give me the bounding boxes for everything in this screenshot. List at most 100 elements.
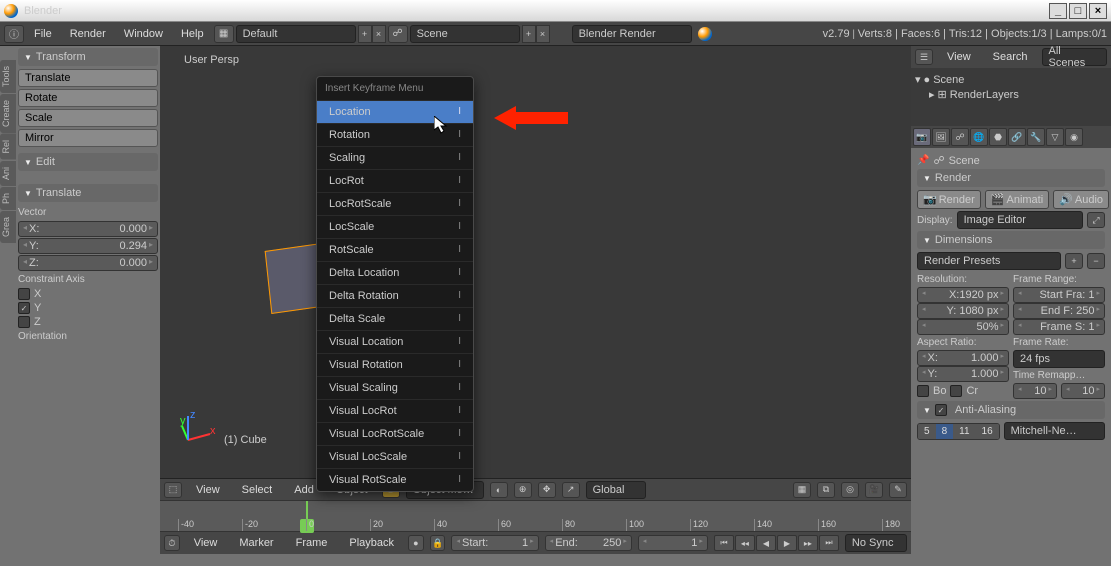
preset-add-icon[interactable]: + — [1065, 253, 1083, 269]
minimize-button[interactable]: _ — [1049, 3, 1067, 19]
lock-icon[interactable]: 🔒 — [430, 535, 446, 551]
tab-tools[interactable]: Tools — [0, 60, 16, 93]
tab-constraints-icon[interactable]: 🔗 — [1008, 128, 1026, 146]
constraint-z-checkbox[interactable]: Z — [18, 315, 158, 329]
tab-material-icon[interactable]: ◉ — [1065, 128, 1083, 146]
tl-menu-marker[interactable]: Marker — [231, 537, 281, 549]
pin-icon[interactable]: 📌 — [917, 155, 929, 166]
menu-file[interactable]: File — [26, 28, 60, 40]
render-engine-dropdown[interactable]: Blender Render — [572, 25, 692, 43]
kf-locrotscale[interactable]: LocRotScaleI — [317, 192, 473, 215]
outliner-tree[interactable]: ▾●Scene ▸⊞RenderLayers — [911, 68, 1111, 106]
orientation-dropdown[interactable]: Global — [586, 481, 646, 499]
aspect-y-field[interactable]: Y:1.000 — [917, 366, 1009, 382]
manipulator-move-icon[interactable]: ↗ — [562, 482, 580, 498]
pivot-icon[interactable]: ⊕ — [514, 482, 532, 498]
tl-menu-playback[interactable]: Playback — [341, 537, 402, 549]
tab-physics[interactable]: Ph — [0, 187, 16, 210]
kf-delta-scale[interactable]: Delta ScaleI — [317, 307, 473, 330]
end-frame-field[interactable]: End:250 — [545, 535, 632, 551]
kf-location[interactable]: LocationI — [317, 100, 473, 123]
tab-world-icon[interactable]: 🌐 — [970, 128, 988, 146]
timeline-ruler[interactable]: -40 -20 0 20 40 60 80 100 120 140 160 18… — [160, 500, 911, 532]
kf-rotation[interactable]: RotationI — [317, 123, 473, 146]
vp-menu-select[interactable]: Select — [234, 484, 281, 496]
gp-icon[interactable]: ✎ — [889, 482, 907, 498]
kf-locscale[interactable]: LocScaleI — [317, 215, 473, 238]
start-frame-prop[interactable]: Start Fra: 1 — [1013, 287, 1105, 303]
crop-checkbox[interactable]: Cr — [950, 384, 978, 398]
tab-layers-icon[interactable]: 🖼 — [932, 128, 950, 146]
kf-visual-rotation[interactable]: Visual RotationI — [317, 353, 473, 376]
menu-window[interactable]: Window — [116, 28, 171, 40]
outliner-row-scene[interactable]: ▾●Scene — [915, 72, 1107, 87]
proportional-icon[interactable]: ◎ — [841, 482, 859, 498]
jump-end-button[interactable]: ⏭ — [819, 535, 839, 551]
constraint-x-checkbox[interactable]: X — [18, 287, 158, 301]
kf-scaling[interactable]: ScalingI — [317, 146, 473, 169]
kf-delta-rotation[interactable]: Delta RotationI — [317, 284, 473, 307]
vp-menu-view[interactable]: View — [188, 484, 228, 496]
tab-scene-icon[interactable]: ☍ — [951, 128, 969, 146]
fps-dropdown[interactable]: 24 fps — [1013, 350, 1105, 368]
tl-menu-frame[interactable]: Frame — [288, 537, 336, 549]
kf-visual-locrotscale[interactable]: Visual LocRotScaleI — [317, 422, 473, 445]
res-pct-field[interactable]: 50% — [917, 319, 1009, 335]
border-checkbox[interactable]: Bo — [917, 384, 946, 398]
kf-delta-location[interactable]: Delta LocationI — [317, 261, 473, 284]
editor-type-3dview-icon[interactable]: ⬚ — [164, 482, 182, 498]
translate-button[interactable]: Translate — [18, 69, 158, 87]
aa-filter-dropdown[interactable]: Mitchell-Ne… — [1004, 422, 1105, 440]
kf-locrot[interactable]: LocRotI — [317, 169, 473, 192]
start-frame-field[interactable]: Start:1 — [451, 535, 538, 551]
aspect-x-field[interactable]: X:1.000 — [917, 350, 1009, 366]
outliner-menu-view[interactable]: View — [939, 51, 979, 63]
editor-type-timeline-icon[interactable]: ⏱ — [164, 535, 180, 551]
render-animation-button[interactable]: 🎬Animati — [985, 190, 1049, 209]
aa-panel-header[interactable]: ✓Anti-Aliasing — [917, 401, 1105, 419]
tab-object-icon[interactable]: ⬣ — [989, 128, 1007, 146]
render-button[interactable]: 📷Render — [917, 190, 981, 209]
render-presets-dropdown[interactable]: Render Presets — [917, 252, 1061, 270]
scale-button[interactable]: Scale — [18, 109, 158, 127]
tab-animation[interactable]: Ani — [0, 161, 16, 186]
kf-rotscale[interactable]: RotScaleI — [317, 238, 473, 261]
autokey-icon[interactable]: ● — [408, 535, 424, 551]
keyframe-prev-button[interactable]: ◂◂ — [735, 535, 755, 551]
vector-z-field[interactable]: Z:0.000 — [18, 255, 158, 271]
remap-old-field[interactable]: 10 — [1013, 383, 1057, 399]
tab-create[interactable]: Create — [0, 94, 16, 133]
current-frame-field[interactable]: 1 — [638, 535, 708, 551]
vector-y-field[interactable]: Y:0.294 — [18, 238, 158, 254]
tl-menu-view[interactable]: View — [186, 537, 226, 549]
scene-add-remove[interactable]: +× — [522, 25, 550, 43]
kf-visual-scaling[interactable]: Visual ScalingI — [317, 376, 473, 399]
remap-new-field[interactable]: 10 — [1061, 383, 1105, 399]
outliner-menu-search[interactable]: Search — [985, 51, 1036, 63]
end-frame-prop[interactable]: End F: 250 — [1013, 303, 1105, 319]
dimensions-panel-header[interactable]: Dimensions — [917, 231, 1105, 249]
outliner-row-renderlayers[interactable]: ▸⊞RenderLayers — [915, 87, 1107, 102]
frame-step-prop[interactable]: Frame S: 1 — [1013, 319, 1105, 335]
tab-relations[interactable]: Rel — [0, 134, 16, 160]
aa-samples-segmented[interactable]: 581116 — [917, 423, 1000, 440]
sync-dropdown[interactable]: No Sync — [845, 534, 907, 552]
layers-icon[interactable]: ▦ — [793, 482, 811, 498]
render-audio-button[interactable]: 🔊Audio — [1053, 190, 1109, 209]
preset-remove-icon[interactable]: − — [1087, 253, 1105, 269]
maximize-button[interactable]: □ — [1069, 3, 1087, 19]
tab-data-icon[interactable]: ▽ — [1046, 128, 1064, 146]
outliner-filter-dropdown[interactable]: All Scenes — [1042, 48, 1107, 66]
scene-dropdown[interactable]: Scene — [410, 25, 520, 43]
close-button[interactable]: × — [1089, 3, 1107, 19]
play-reverse-button[interactable]: ◀ — [756, 535, 776, 551]
outliner-editor-icon[interactable]: ☰ — [915, 49, 933, 65]
mirror-button[interactable]: Mirror — [18, 129, 158, 147]
rotate-button[interactable]: Rotate — [18, 89, 158, 107]
keyframe-next-button[interactable]: ▸▸ — [798, 535, 818, 551]
layout-dropdown[interactable]: Default — [236, 25, 356, 43]
editor-type-icon[interactable]: ⓘ — [4, 25, 24, 43]
res-x-field[interactable]: X:1920 px — [917, 287, 1009, 303]
play-button[interactable]: ▶ — [777, 535, 797, 551]
snap-icon[interactable]: ⧉ — [817, 482, 835, 498]
